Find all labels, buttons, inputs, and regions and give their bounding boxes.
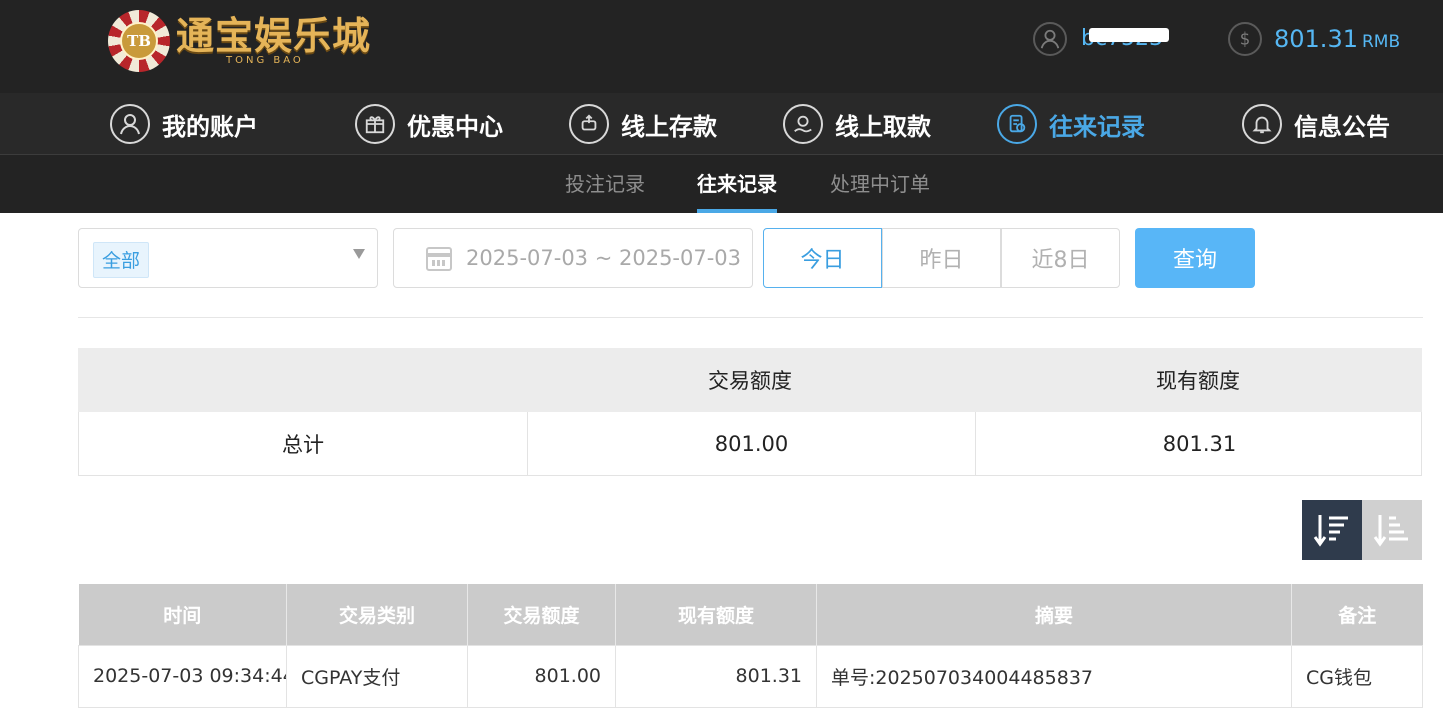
nav-label: 线上存款 (621, 112, 717, 141)
table-header-row: 时间 交易类别 交易额度 现有额度 摘要 备注 (78, 584, 1423, 645)
user-icon (1033, 22, 1067, 56)
summary-header-row: 交易额度 现有额度 (78, 348, 1422, 412)
subtab-label: 往来记录 (697, 172, 777, 196)
username-redaction (1089, 28, 1169, 42)
column-header-type[interactable]: 交易类别 (286, 584, 468, 645)
table-row[interactable]: 2025-07-03 09:34:44 CGPAY支付 801.00 801.3… (78, 644, 1423, 708)
records-icon (997, 104, 1037, 144)
summary-table: 交易额度 现有额度 总计 801.00 801.31 (78, 348, 1422, 476)
divider (78, 317, 1423, 318)
dollar-icon: $ (1228, 22, 1262, 56)
column-header-summary[interactable]: 摘要 (816, 584, 1292, 645)
subtab-transaction-records[interactable]: 往来记录 (697, 155, 777, 213)
gift-icon (355, 104, 395, 144)
bell-icon (1242, 104, 1282, 144)
subtab-bet-records[interactable]: 投注记录 (565, 155, 645, 213)
column-header-balance[interactable]: 现有额度 (615, 584, 817, 645)
logo-chip-icon: TB (108, 10, 170, 72)
top-header: TB 通宝娱乐城 TONG BAO bc7523 $ 801.31RMB (0, 0, 1443, 93)
date-range-value: 2025-07-03 ~ 2025-07-03 (466, 246, 742, 270)
sort-descending-icon (1313, 515, 1348, 547)
summary-current-balance: 801.31 (975, 412, 1423, 475)
nav-label: 信息公告 (1294, 112, 1390, 141)
nav-label: 往来记录 (1049, 112, 1145, 141)
logo-text: 通宝娱乐城 (176, 13, 372, 58)
deposit-icon (569, 104, 609, 144)
balance-value: 801.31 (1274, 25, 1358, 53)
user-account[interactable]: bc7523 (1033, 21, 1177, 57)
wallet-balance[interactable]: $ 801.31 RMB (1228, 21, 1400, 57)
subtab-pending-orders[interactable]: 处理中订单 (830, 155, 930, 213)
active-tab-underline (697, 209, 777, 213)
cell-summary: 单号:20250703400448583​7 (816, 644, 1292, 708)
summary-header-cell (78, 348, 526, 412)
nav-deposit[interactable]: 线上存款 (569, 103, 717, 145)
summary-header-cell: 交易额度 (708, 369, 792, 393)
range-last-8-days-button[interactable]: 近8日 (1001, 228, 1120, 288)
column-header-time[interactable]: 时间 (78, 584, 287, 645)
transaction-records-table: 时间 交易类别 交易额度 现有额度 摘要 备注 2025-07-03 09:34… (78, 584, 1423, 708)
column-header-remark[interactable]: 备注 (1291, 584, 1423, 645)
summary-transaction-amount: 801.00 (527, 412, 975, 475)
balance-unit: RMB (1361, 32, 1401, 52)
cell-time: 2025-07-03 09:34:44 (78, 644, 287, 708)
cell-amount: 801.00 (467, 644, 616, 708)
main-nav: 我的账户 优惠中心 线上存款 线上取款 往来记录 信息公告 (0, 93, 1443, 155)
subtab-label: 投注记录 (565, 172, 645, 196)
sort-ascending-button[interactable] (1362, 500, 1422, 560)
nav-announcements[interactable]: 信息公告 (1242, 103, 1390, 145)
cell-type: CGPAY支付 (286, 644, 468, 708)
nav-transaction-records[interactable]: 往来记录 (997, 103, 1145, 145)
balance-amount: 801.31 RMB (1274, 25, 1400, 53)
sort-descending-button[interactable] (1302, 500, 1362, 560)
nav-withdraw[interactable]: 线上取款 (783, 103, 931, 145)
user-icon (110, 104, 150, 144)
column-header-amount[interactable]: 交易额度 (467, 584, 616, 645)
username: bc7523 (1081, 24, 1177, 54)
summary-total-label: 总计 (282, 432, 324, 457)
summary-header-cell: 现有额度 (1156, 369, 1240, 393)
logo-subtext: TONG BAO (226, 55, 304, 66)
cell-balance: 801.31 (615, 644, 817, 708)
nav-label: 我的账户 (162, 112, 258, 141)
query-button[interactable]: 查询 (1135, 228, 1255, 288)
cell-remark: CG钱包 (1291, 644, 1423, 708)
transaction-type-select[interactable]: 全部 (78, 228, 378, 288)
summary-total-row: 总计 801.00 801.31 (78, 412, 1422, 476)
calendar-icon (426, 247, 452, 271)
logo-badge: TB (120, 22, 158, 60)
range-today-button[interactable]: 今日 (763, 228, 882, 288)
nav-label: 线上取款 (835, 112, 931, 141)
svg-text:$: $ (1240, 30, 1251, 49)
selected-type-tag: 全部 (93, 242, 150, 278)
sort-ascending-icon (1373, 515, 1408, 547)
nav-my-account[interactable]: 我的账户 (110, 103, 258, 145)
date-range-picker[interactable]: 2025-07-03 ~ 2025-07-03 (393, 228, 753, 288)
range-yesterday-button[interactable]: 昨日 (882, 228, 1001, 288)
nav-label: 优惠中心 (407, 112, 503, 141)
nav-promotions[interactable]: 优惠中心 (355, 103, 503, 145)
subtab-label: 处理中订单 (830, 172, 930, 196)
withdraw-icon (783, 104, 823, 144)
sub-nav: 投注记录 往来记录 处理中订单 (0, 155, 1443, 213)
caret-down-icon (353, 249, 365, 259)
site-logo[interactable]: TB 通宝娱乐城 TONG BAO (108, 10, 393, 72)
